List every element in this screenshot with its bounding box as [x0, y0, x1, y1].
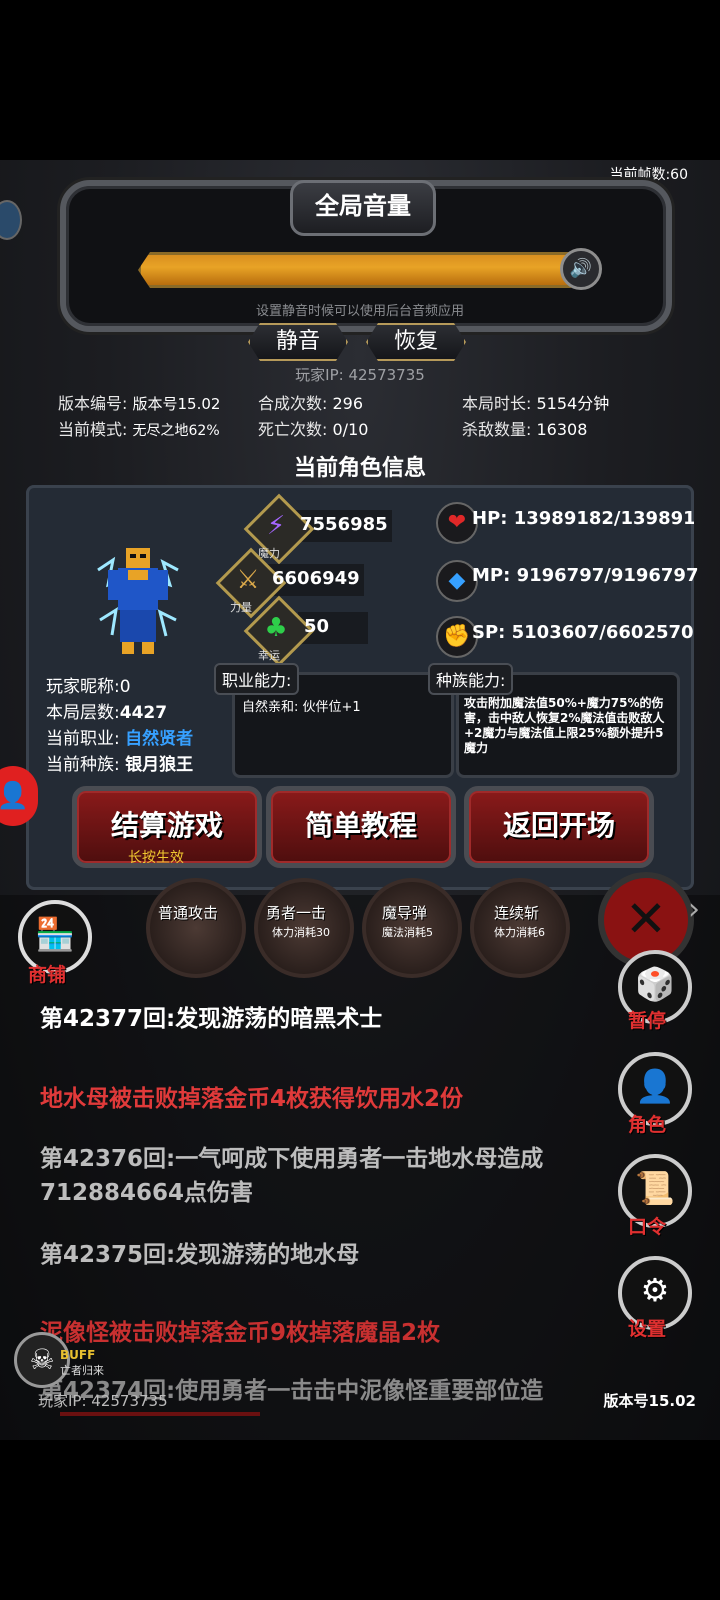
luck-label: 幸运 — [258, 649, 280, 662]
mute-button[interactable]: 静音 — [248, 323, 348, 361]
current-class: 当前职业: 自然贤者 — [46, 729, 194, 749]
hp-value: HP: 13989182/13989182 — [472, 508, 694, 529]
race-ability-text: 攻击附加魔法值50%+魔力75%的伤害，击中敌人恢复2%魔法值击败敌人+2魔力与… — [464, 696, 665, 755]
power-label: 力量 — [230, 601, 252, 614]
floor-count: 本局层数:4427 — [46, 703, 168, 723]
player-ip-bottom: 玩家IP: 42573735 — [38, 1392, 168, 1410]
mode-stat: 当前模式: 无尽之地62% — [58, 420, 220, 439]
volume-title: 全局音量 — [290, 180, 436, 236]
mp-value: MP: 9196797/9196797 — [472, 565, 699, 586]
pause-label: 暂停 — [628, 1010, 667, 1032]
progress-bar — [60, 1412, 260, 1416]
skill-name: 普通攻击 — [158, 904, 219, 922]
version-bottom: 版本号15.02 — [603, 1392, 696, 1410]
volume-hint: 设置静音时候可以使用后台音频应用 — [255, 304, 464, 319]
chevron-right-icon[interactable]: › — [688, 892, 700, 927]
skill-cost: 体力消耗6 — [494, 926, 545, 939]
volume-slider[interactable] — [138, 252, 574, 288]
kills-stat: 杀敌数量: 16308 — [462, 420, 588, 439]
skill-cost: 魔法消耗5 — [382, 926, 433, 939]
bottom-bar: 玩家IP: 42573735 版本号15.02 — [0, 1388, 720, 1418]
skill-name: 魔导弹 — [382, 904, 428, 922]
tutorial-button[interactable]: 简单教程 — [266, 786, 456, 868]
skill-normal-attack[interactable] — [146, 878, 246, 978]
death-stat: 死亡次数: 0/10 — [258, 420, 369, 439]
time-stat: 本局时长: 5154分钟 — [462, 394, 610, 413]
character-sprite — [97, 548, 179, 654]
log-line: 泥像怪被击败掉落金币9枚掉落魔晶2枚 — [40, 1320, 441, 1346]
magic-value: 7556985 — [300, 514, 388, 535]
class-ability-title: 职业能力: — [214, 663, 300, 695]
game-screen: 当前帧数:60 全局音量 🔊 设置静音时候可以使用后台音频应用 静音 恢复 玩家… — [0, 160, 720, 1440]
back-to-start-button[interactable]: 返回开场 — [464, 786, 654, 868]
sp-value: SP: 5103607/6602570 — [472, 622, 694, 643]
skill-name: 勇者一击 — [266, 904, 327, 922]
version-stat: 版本编号: 版本号15.02 — [58, 394, 221, 413]
settings-label: 设置 — [628, 1318, 667, 1340]
log-line: 地水母被击败掉落金币4枚获得饮用水2份 — [40, 1086, 464, 1112]
character-section-title: 当前角色信息 — [293, 456, 426, 481]
synth-stat: 合成次数: 296 — [258, 394, 364, 413]
skill-name: 连续斩 — [494, 904, 540, 922]
lightning-icon: ⚡ — [266, 511, 286, 541]
shop-label: 商铺 — [28, 964, 67, 986]
race-ability-title: 种族能力: — [428, 663, 514, 695]
current-race: 当前种族: 银月狼王 — [46, 755, 194, 775]
sword-icon: ⚔ — [236, 565, 260, 595]
log-line: 第42377回:发现游荡的暗黑术士 — [40, 1006, 383, 1032]
code-label: 口令 — [628, 1216, 667, 1238]
long-press-hint: 长按生效 — [128, 850, 184, 866]
restore-button[interactable]: 恢复 — [366, 323, 466, 361]
luck-value: 50 — [304, 616, 330, 637]
clover-icon: ♣ — [264, 613, 288, 643]
buff-label: BUFF — [60, 1348, 96, 1362]
class-ability-text: 自然亲和: 伙伴位+1 — [242, 700, 361, 715]
skill-cost: 体力消耗30 — [272, 926, 330, 939]
log-line: 第42375回:发现游荡的地水母 — [40, 1242, 360, 1268]
speaker-icon[interactable]: 🔊 — [560, 248, 602, 290]
role-label: 角色 — [628, 1114, 667, 1136]
player-ip: 玩家IP: 42573735 — [295, 366, 425, 384]
log-line: 第42376回:一气呵成下使用勇者一击地水母造成712884664点伤害 — [40, 1146, 544, 1206]
buff-sub: 亡者归来 — [60, 1364, 104, 1377]
power-value: 6606949 — [272, 568, 360, 589]
nickname: 玩家昵称:0 — [46, 677, 131, 697]
